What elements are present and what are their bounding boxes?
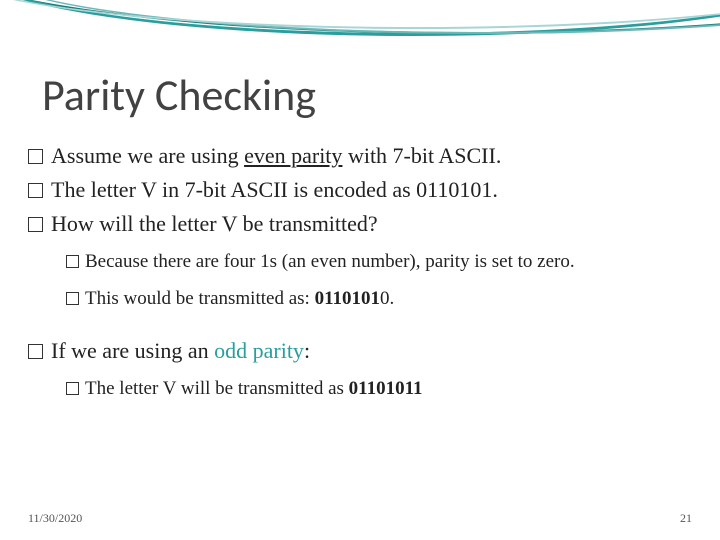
box-icon — [28, 183, 43, 198]
slide-content: Assume we are using even parity with 7-b… — [28, 140, 692, 412]
bullet-item: How will the letter V be transmitted? — [28, 208, 692, 240]
box-icon — [66, 382, 79, 395]
box-icon — [28, 217, 43, 232]
bullet-item: If we are using an odd parity: — [28, 335, 692, 367]
slide: Parity Checking Assume we are using even… — [0, 0, 720, 540]
box-icon — [28, 149, 43, 164]
box-icon — [66, 255, 79, 268]
header-decoration — [0, 0, 720, 60]
bullet-item: The letter V in 7-bit ASCII is encoded a… — [28, 174, 692, 206]
bullet-item: Assume we are using even parity with 7-b… — [28, 140, 692, 172]
date-footer: 11/30/2020 — [28, 511, 82, 526]
box-icon — [66, 292, 79, 305]
page-number: 21 — [680, 511, 692, 526]
slide-title: Parity Checking — [42, 68, 316, 122]
box-icon — [28, 344, 43, 359]
sub-bullet: The letter V will be transmitted as 0110… — [66, 375, 692, 403]
sub-bullet: Because there are four 1s (an even numbe… — [66, 248, 692, 276]
sub-bullet: This would be transmitted as: 01101010. — [66, 285, 692, 313]
